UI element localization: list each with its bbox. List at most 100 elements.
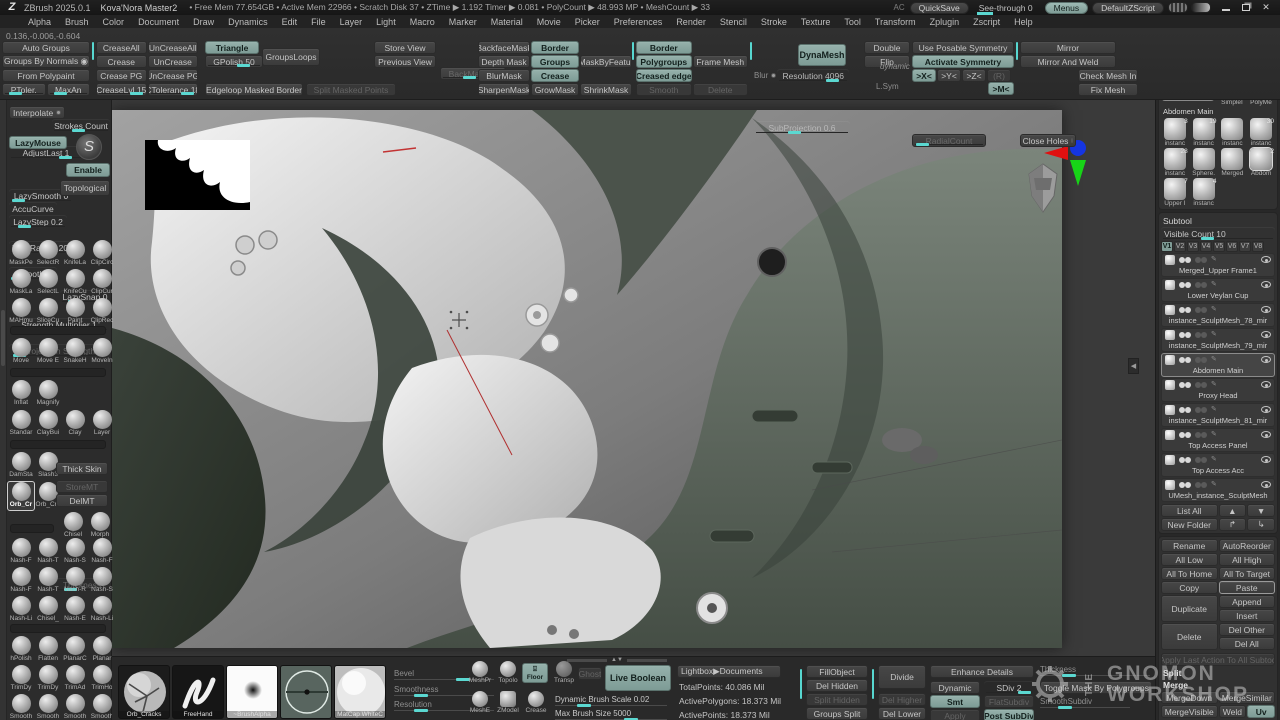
visibility-eye-icon[interactable] [1261, 306, 1271, 313]
triangle-button[interactable]: Triangle [205, 41, 259, 54]
visibility-eye-icon[interactable] [1261, 331, 1271, 338]
paint-icon[interactable]: ✎ [1211, 406, 1217, 414]
visible-count-slider[interactable]: Visible Count 10 [1161, 227, 1275, 240]
uv-toggle-icon[interactable] [1195, 382, 1201, 388]
axis-button[interactable]: >Z< [962, 69, 986, 82]
tool-thumbnail[interactable]: 4instanc [1190, 178, 1218, 207]
subtool-thumbnail[interactable] [1165, 305, 1175, 315]
menu-item[interactable]: File [311, 17, 326, 27]
activate-symmetry-button[interactable]: Activate Symmetry [912, 55, 1014, 68]
menu-item[interactable]: Color [103, 17, 125, 27]
brush-size-preview-icon[interactable] [1168, 2, 1188, 13]
uv-toggle-icon[interactable] [1195, 282, 1201, 288]
brush-item[interactable]: Standar [8, 410, 34, 438]
menu-item[interactable]: Document [138, 17, 179, 27]
subtool-row[interactable]: ✎ instance_SculptMesh_81_mir [1161, 403, 1275, 427]
shelf-button[interactable]: UnCrease PG [148, 69, 199, 82]
action-button[interactable]: FillObject [806, 665, 868, 678]
action-button[interactable]: All To Home [1161, 567, 1218, 580]
dynamesh-button[interactable]: DynaMesh [798, 44, 846, 66]
brush-item[interactable]: Nash-Li [89, 596, 115, 624]
subtool-row[interactable]: ✎ Lower Veylan Cup [1161, 278, 1275, 302]
append-button[interactable]: Append [1219, 595, 1276, 608]
lazymouse-curve-icon[interactable]: S [76, 134, 102, 160]
axis-button[interactable]: >Y< [937, 69, 961, 82]
double-button[interactable]: Double [864, 41, 910, 54]
version-tab[interactable]: V1 [1161, 241, 1173, 252]
paint-icon[interactable]: ✎ [1211, 481, 1217, 489]
insert-button[interactable]: Insert [1219, 609, 1276, 622]
action-button[interactable]: All Low [1161, 553, 1218, 566]
current-stroke-thumbnail[interactable]: FreeHand [172, 665, 224, 719]
uv-toggle-icon[interactable] [1195, 407, 1201, 413]
brush-item[interactable]: Nash-F [89, 538, 115, 566]
brush-item[interactable]: ClipCirc [89, 240, 115, 268]
version-tab[interactable]: V4 [1200, 241, 1212, 252]
delmt-button[interactable]: DelMT [56, 494, 108, 507]
brush-item[interactable]: Nash-T [35, 567, 61, 595]
shelf-button[interactable]: From Polypaint [2, 69, 90, 82]
mesh-preview-toggle[interactable]: MeshPr [468, 661, 492, 684]
polypaint-toggle-icon[interactable] [1179, 407, 1185, 413]
resolution-slider[interactable]: Resolution 4096 [777, 69, 849, 82]
visibility-eye-icon[interactable] [1261, 281, 1271, 288]
menu-item[interactable]: Picker [575, 17, 600, 27]
shelf-button[interactable]: BackfaceMask [478, 41, 530, 54]
brush-item[interactable]: TrimAd [62, 665, 88, 693]
mergedown-button[interactable]: MergeDown [1161, 691, 1218, 704]
move-down-button[interactable]: ▼ [1247, 504, 1275, 517]
uv-toggle-icon[interactable] [1195, 307, 1201, 313]
subtool-row[interactable]: ✎ Merged_Upper Frame1 [1161, 253, 1275, 277]
use-posable-symmetry-button[interactable]: Use Posable Symmetry [912, 41, 1014, 54]
subtool-row[interactable]: ✎ Top Access Panel [1161, 428, 1275, 452]
menu-item[interactable]: Macro [410, 17, 435, 27]
current-brush-thumbnail[interactable]: Orb_Cracks [118, 665, 170, 719]
interpolate-button[interactable]: Interpolate [9, 106, 65, 119]
enable-button[interactable]: Enable [66, 163, 110, 177]
shelf-button[interactable]: GrowMask [531, 83, 579, 96]
menu-item[interactable]: Stencil [720, 17, 747, 27]
smooth-subdiv-slider[interactable]: SmoothSubdiv [1040, 697, 1130, 709]
shelf-button[interactable]: MaskByFeatur [580, 55, 632, 68]
subtool-thumbnail[interactable] [1165, 430, 1175, 440]
brush-item[interactable]: Paint [62, 298, 88, 326]
polypaint-toggle-icon[interactable] [1179, 432, 1185, 438]
brush-item[interactable]: hPolish [8, 636, 34, 664]
uv-toggle-icon[interactable] [1195, 432, 1201, 438]
smt-button[interactable]: Smt [930, 695, 980, 708]
tool-thumbnail[interactable]: 3instanc [1161, 118, 1189, 147]
storemt-button[interactable]: StoreMT [56, 480, 108, 493]
menu-item[interactable]: Alpha [28, 17, 51, 27]
shelf-button[interactable]: Groups By Normals ◉ [2, 55, 90, 68]
brush-item[interactable]: DamSta [8, 452, 34, 480]
brush-item[interactable]: Chisel [60, 512, 86, 540]
store-view-button[interactable]: Store View [374, 41, 436, 54]
floor-grid-button[interactable]: ⍗Floor [522, 663, 548, 683]
brush-item[interactable]: Nash-Li [8, 596, 34, 624]
split-section-label[interactable]: Split [1161, 666, 1275, 678]
del-lower-button[interactable]: Del Lower [878, 707, 926, 720]
shelf-button[interactable]: UnCreaseAll [148, 41, 199, 54]
subtool-row[interactable]: ✎ instance_SculptMesh_78_mir [1161, 303, 1275, 327]
new-folder-button[interactable]: New Folder [1161, 518, 1218, 531]
duplicate-button[interactable]: Duplicate [1161, 595, 1218, 622]
lazymouse-button[interactable]: LazyMouse [9, 136, 67, 149]
brush-item[interactable]: Nash-F [8, 538, 34, 566]
brush-filter-field[interactable] [10, 624, 106, 633]
mergevisible-button[interactable]: MergeVisible [1161, 705, 1218, 718]
groupsloops-button[interactable]: GroupsLoops [262, 48, 320, 66]
paint-icon[interactable]: ✎ [1211, 456, 1217, 464]
action-button[interactable]: Groups Split [806, 707, 868, 720]
brush-item[interactable]: Morph [87, 512, 113, 540]
brush-item[interactable]: TrimDy [35, 665, 61, 693]
tool-thumbnail[interactable]: Merged [1219, 148, 1247, 177]
action-button[interactable]: Copy [1161, 581, 1218, 594]
lsym-label[interactable]: L.Sym [876, 82, 899, 91]
brush-item[interactable]: Smooth [62, 694, 88, 720]
polypaint-toggle-icon[interactable] [1179, 282, 1185, 288]
zmodeler-toggle[interactable]: ZModel [496, 691, 520, 714]
menu-item[interactable]: Transform [875, 17, 916, 27]
flat-subdiv-button[interactable]: FlatSubdiv [984, 695, 1034, 708]
subtool-thumbnail[interactable] [1165, 480, 1175, 490]
brush-item[interactable]: Magnify [35, 380, 61, 408]
